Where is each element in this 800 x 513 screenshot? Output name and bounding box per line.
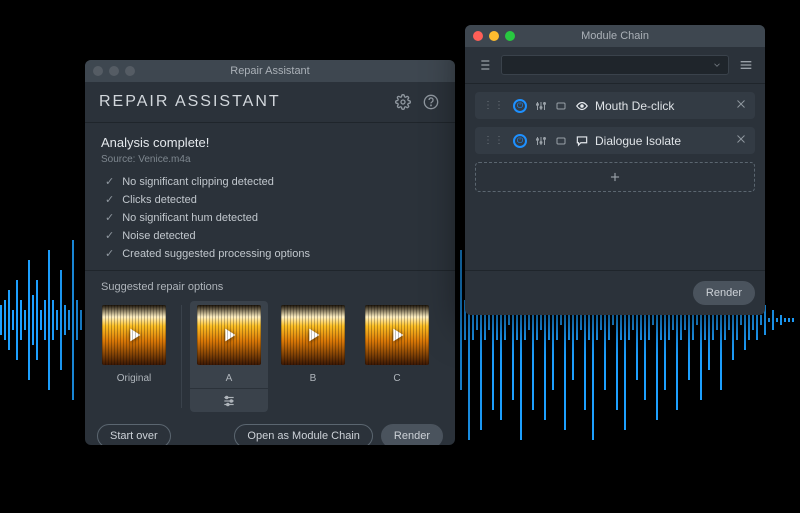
play-icon	[302, 324, 324, 346]
zoom-icon[interactable]	[505, 31, 515, 41]
traffic-lights[interactable]	[93, 66, 135, 76]
result-item: ✓Noise detected	[105, 229, 439, 242]
result-item: ✓Clicks detected	[105, 193, 439, 206]
titlebar[interactable]: Module Chain	[465, 25, 765, 47]
module-sliders-button[interactable]	[535, 135, 547, 147]
sliders-icon	[222, 394, 236, 408]
render-button[interactable]: Render	[693, 281, 755, 305]
remove-module-button[interactable]	[735, 133, 747, 148]
spectrogram-thumb	[281, 305, 345, 365]
play-icon	[123, 324, 145, 346]
check-icon: ✓	[105, 193, 114, 206]
preset-icon	[555, 100, 567, 112]
panel-header: REPAIR ASSISTANT	[85, 82, 455, 123]
open-module-chain-button[interactable]: Open as Module Chain	[234, 424, 373, 445]
start-over-button[interactable]: Start over	[97, 424, 171, 445]
drag-handle-icon[interactable]: ⋮⋮	[483, 135, 505, 146]
play-button[interactable]	[102, 305, 166, 365]
zoom-icon[interactable]	[125, 66, 135, 76]
check-icon: ✓	[105, 175, 114, 188]
add-module-button[interactable]	[475, 162, 755, 192]
option-b[interactable]: B	[274, 301, 352, 388]
chevron-down-icon	[712, 60, 722, 70]
options-section-label: Suggested repair options	[85, 270, 455, 293]
close-icon	[735, 98, 747, 110]
check-icon: ✓	[105, 211, 114, 224]
analysis-results-list: ✓No significant clipping detected ✓Click…	[105, 175, 439, 260]
plus-icon	[608, 170, 622, 184]
sliders-icon	[535, 100, 547, 112]
result-item: ✓No significant hum detected	[105, 211, 439, 224]
module-row[interactable]: ⋮⋮ ⏻ Dialogue Isolate	[475, 127, 755, 154]
titlebar[interactable]: Repair Assistant	[85, 60, 455, 82]
footer: Start over Open as Module Chain Render	[85, 412, 455, 445]
traffic-lights[interactable]	[473, 31, 515, 41]
module-chain-window: Module Chain ⋮⋮ ⏻ Mouth De-click	[465, 25, 765, 315]
play-button[interactable]	[365, 305, 429, 365]
minimize-icon[interactable]	[109, 66, 119, 76]
check-icon: ✓	[105, 229, 114, 242]
option-settings-button[interactable]	[190, 388, 268, 412]
sliders-icon	[535, 135, 547, 147]
module-rows: ⋮⋮ ⏻ Mouth De-click ⋮⋮ ⏻	[465, 84, 765, 200]
option-label: A	[190, 365, 268, 388]
source-file: Venice.m4a	[138, 154, 190, 165]
power-toggle[interactable]: ⏻	[513, 99, 527, 113]
play-icon	[386, 324, 408, 346]
module-row[interactable]: ⋮⋮ ⏻ Mouth De-click	[475, 92, 755, 119]
list-icon	[476, 57, 492, 73]
option-c[interactable]: C	[358, 301, 436, 388]
option-original[interactable]: Original	[95, 301, 173, 388]
menu-button[interactable]	[737, 56, 755, 74]
panel-title: REPAIR ASSISTANT	[99, 93, 385, 111]
dialogue-icon	[575, 134, 589, 148]
source-line: Source: Venice.m4a	[101, 154, 439, 165]
drag-handle-icon[interactable]: ⋮⋮	[483, 100, 505, 111]
option-label: C	[358, 365, 436, 388]
module-preset-button[interactable]	[555, 135, 567, 147]
close-icon	[735, 133, 747, 145]
play-button[interactable]	[281, 305, 345, 365]
module-chain-toolbar	[465, 47, 765, 84]
repair-assistant-window: Repair Assistant REPAIR ASSISTANT Analys…	[85, 60, 455, 445]
play-button[interactable]	[197, 305, 261, 365]
spectrogram-thumb	[365, 305, 429, 365]
option-label: B	[274, 365, 352, 388]
result-item: ✓No significant clipping detected	[105, 175, 439, 188]
spectrogram-thumb	[102, 305, 166, 365]
preset-select[interactable]	[501, 55, 729, 75]
chain-list-button[interactable]	[475, 56, 493, 74]
window-title: Repair Assistant	[85, 65, 455, 77]
remove-module-button[interactable]	[735, 98, 747, 113]
settings-button[interactable]	[393, 92, 413, 112]
option-a[interactable]: A	[190, 301, 268, 412]
menu-icon	[738, 57, 754, 73]
separator	[181, 305, 182, 408]
result-item: ✓Created suggested processing options	[105, 247, 439, 260]
power-toggle[interactable]: ⏻	[513, 134, 527, 148]
module-name: Mouth De-click	[575, 99, 727, 113]
status-title: Analysis complete!	[101, 135, 439, 150]
play-icon	[218, 324, 240, 346]
gear-icon	[395, 94, 411, 110]
repair-options-row: Original A B	[85, 293, 455, 412]
help-icon	[423, 94, 439, 110]
module-sliders-button[interactable]	[535, 100, 547, 112]
close-icon[interactable]	[473, 31, 483, 41]
minimize-icon[interactable]	[489, 31, 499, 41]
preset-icon	[555, 135, 567, 147]
spectrogram-thumb	[197, 305, 261, 365]
help-button[interactable]	[421, 92, 441, 112]
option-label: Original	[95, 365, 173, 388]
module-name: Dialogue Isolate	[575, 134, 727, 148]
check-icon: ✓	[105, 247, 114, 260]
close-icon[interactable]	[93, 66, 103, 76]
render-button[interactable]: Render	[381, 424, 443, 445]
mouth-icon	[575, 99, 589, 113]
analysis-section: Analysis complete! Source: Venice.m4a ✓N…	[85, 123, 455, 260]
module-preset-button[interactable]	[555, 100, 567, 112]
module-chain-footer: Render	[465, 270, 765, 315]
